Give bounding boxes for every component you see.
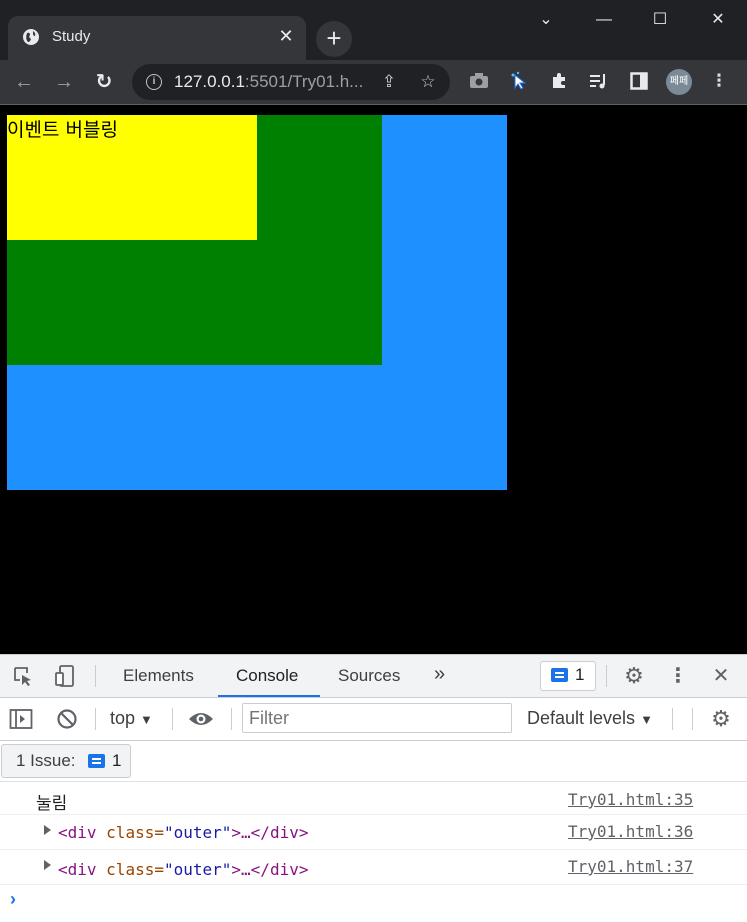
log-source-link[interactable]: Try01.html:36 — [568, 822, 693, 841]
console-log-row: 눌림 Try01.html:35 — [0, 782, 747, 815]
page-viewport: 이벤트 버블링 — [0, 105, 747, 654]
context-selector[interactable]: top ▼ — [110, 708, 153, 729]
default-levels-dropdown[interactable]: Default levels ▼ — [527, 708, 653, 729]
eye-icon[interactable] — [188, 706, 214, 732]
console-prompt-icon[interactable]: › — [10, 889, 16, 910]
minimize-icon[interactable]: — — [584, 6, 624, 34]
url-text[interactable]: 127.0.0.1:5501/Try01.h... — [174, 72, 363, 92]
title-bar: Study ✕ + ⌄ — ☐ ✕ — [0, 0, 747, 60]
more-tabs-icon[interactable]: » — [434, 663, 445, 686]
browser-tab[interactable]: Study ✕ — [8, 16, 306, 60]
close-devtools-icon[interactable]: ✕ — [708, 663, 734, 689]
separator — [606, 665, 607, 687]
cursor-extension-icon[interactable] — [506, 68, 532, 94]
device-toolbar-icon[interactable] — [52, 663, 78, 689]
camera-icon[interactable] — [466, 68, 492, 94]
issues-count: 1 — [112, 751, 122, 770]
puzzle-icon[interactable] — [546, 68, 572, 94]
tab-close-icon[interactable]: ✕ — [276, 26, 296, 46]
close-window-icon[interactable]: ✕ — [698, 6, 738, 34]
tab-title: Study — [52, 28, 91, 45]
log-message: 눌림 — [36, 794, 68, 814]
console-sidebar-icon[interactable] — [8, 706, 34, 732]
inspect-element-icon[interactable] — [10, 663, 36, 689]
side-panel-icon[interactable] — [626, 68, 652, 94]
console-log-row: <div class="outer">…</div> Try01.html:37 — [0, 850, 747, 885]
middle-box[interactable]: 이벤트 버블링 — [7, 115, 382, 365]
expand-triangle-icon[interactable] — [44, 860, 51, 870]
devtools-tabbar: Elements Console Sources » 1 ⚙ ⋮ ✕ — [0, 655, 747, 698]
back-icon[interactable]: ← — [10, 68, 38, 96]
info-icon[interactable]: i — [146, 74, 162, 90]
separator — [231, 708, 232, 730]
issues-badge-button[interactable]: 1 — [540, 661, 596, 691]
clear-console-icon[interactable] — [54, 706, 80, 732]
share-icon[interactable]: ⇪ — [378, 71, 400, 93]
issue-icon — [551, 668, 568, 682]
expand-triangle-icon[interactable] — [44, 825, 51, 835]
log-element[interactable]: <div class="outer">…</div> — [58, 860, 308, 879]
issues-bar: 1 Issue: 1 — [0, 741, 747, 782]
tab-search-icon[interactable]: ⌄ — [526, 6, 566, 34]
separator — [672, 708, 673, 730]
separator — [95, 665, 96, 687]
log-element[interactable]: <div class="outer">…</div> — [58, 823, 308, 842]
issues-button[interactable]: 1 Issue: 1 — [1, 744, 131, 778]
separator — [692, 708, 693, 730]
tab-elements[interactable]: Elements — [123, 666, 194, 686]
forward-icon[interactable]: → — [50, 68, 78, 96]
log-source-link[interactable]: Try01.html:35 — [568, 790, 693, 809]
inner-box[interactable]: 이벤트 버블링 — [7, 115, 257, 240]
event-bubbling-text: 이벤트 버블링 — [7, 119, 118, 141]
issue-badge-count: 1 — [575, 665, 585, 684]
outer-box[interactable]: 이벤트 버블링 — [7, 115, 507, 490]
console-log-row: <div class="outer">…</div> Try01.html:36 — [0, 815, 747, 850]
filter-input[interactable] — [242, 703, 512, 733]
active-tab-indicator — [218, 695, 320, 697]
log-source-link[interactable]: Try01.html:37 — [568, 857, 693, 876]
separator — [172, 708, 173, 730]
browser-toolbar: ← → ↻ i 127.0.0.1:5501/Try01.h... ⇪ ☆ 페페… — [0, 60, 747, 105]
settings-gear-icon[interactable]: ⚙ — [621, 663, 647, 689]
globe-icon — [23, 29, 39, 45]
console-settings-gear-icon[interactable]: ⚙ — [708, 706, 734, 732]
separator — [95, 708, 96, 730]
more-vert-icon[interactable]: ⋮ — [706, 68, 732, 94]
profile-avatar[interactable]: 페페 — [666, 69, 692, 95]
tab-console[interactable]: Console — [236, 666, 298, 686]
issues-label: 1 Issue: — [16, 751, 76, 770]
more-vert-icon[interactable]: ⋮ — [665, 663, 691, 689]
reload-icon[interactable]: ↻ — [90, 68, 118, 96]
maximize-icon[interactable]: ☐ — [640, 6, 680, 34]
devtools-panel: Elements Console Sources » 1 ⚙ ⋮ ✕ top ▼… — [0, 654, 747, 922]
media-control-icon[interactable] — [586, 68, 612, 94]
star-icon[interactable]: ☆ — [417, 71, 439, 93]
new-tab-button[interactable]: + — [316, 21, 352, 57]
address-bar[interactable]: i 127.0.0.1:5501/Try01.h... ⇪ ☆ — [132, 64, 450, 100]
issue-icon — [88, 754, 105, 768]
tab-sources[interactable]: Sources — [338, 666, 400, 686]
console-filterbar: top ▼ Default levels ▼ ⚙ — [0, 698, 747, 741]
